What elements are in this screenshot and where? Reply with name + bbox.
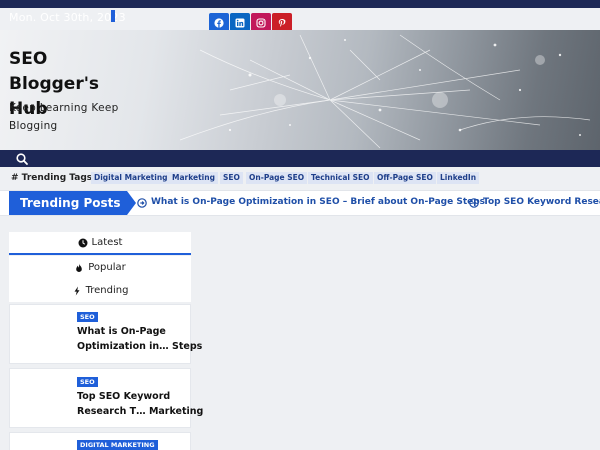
trending-post-link[interactable]: What is On-Page Optimization in SEO – Br… — [151, 197, 485, 207]
category-badge[interactable]: DIGITAL MARKETING — [77, 440, 158, 450]
current-date: Mon. Oct 30th, 2023 — [9, 11, 126, 24]
trending-posts-arrow — [127, 191, 136, 215]
circle-arrow-right-icon — [469, 198, 479, 208]
tab-popular[interactable]: Popular — [9, 256, 191, 279]
pinterest-icon — [278, 19, 286, 27]
trending-post-link[interactable]: Top SEO Keyword Resea — [483, 197, 600, 207]
tag-marketing[interactable]: Marketing — [169, 172, 218, 184]
category-badge[interactable]: SEO — [77, 377, 98, 387]
post-title-line: Top SEO Keyword — [77, 391, 171, 402]
tab-latest-label: Latest — [91, 237, 123, 248]
list-item[interactable]: DIGITAL MARKETING — [9, 432, 191, 450]
tab-latest[interactable]: Latest — [9, 232, 191, 255]
header-banner: SEO Blogger's Hub Keep Learning Keep Blo… — [0, 30, 600, 150]
tag-seo[interactable]: SEO — [220, 172, 243, 184]
tab-trending[interactable]: Trending — [9, 279, 191, 302]
post-title[interactable]: What is On-Page Optimization in… Steps — [77, 324, 203, 354]
circle-arrow-right-icon — [137, 198, 147, 208]
tag-on-page-seo[interactable]: On-Page SEO — [246, 172, 308, 184]
main-navigation — [0, 150, 600, 167]
date-accent — [111, 10, 115, 22]
fire-icon — [76, 263, 83, 272]
post-title[interactable]: Top SEO Keyword Research T… Marketing — [77, 389, 204, 419]
post-tabs-widget: Latest Popular Trending SEO What is On-P… — [9, 232, 204, 450]
post-title-line: Optimization in… Steps — [77, 341, 203, 352]
post-title-line: Research T… Marketing — [77, 406, 204, 417]
bolt-icon — [74, 286, 80, 295]
date-bar: Mon. Oct 30th, 2023 — [0, 8, 600, 33]
instagram-icon — [256, 18, 266, 28]
trending-tags-title: # Trending Tags — [11, 173, 93, 183]
tab-trending-label: Trending — [85, 285, 129, 296]
trending-posts-label: Trending Posts — [9, 191, 127, 215]
list-item[interactable]: SEO What is On-Page Optimization in… Ste… — [9, 304, 203, 364]
facebook-icon — [214, 18, 224, 28]
tab-popular-label: Popular — [88, 262, 126, 273]
tag-digital-marketing[interactable]: Digital Marketing — [91, 172, 171, 184]
category-badge[interactable]: SEO — [77, 312, 98, 322]
tag-technical-seo[interactable]: Technical SEO — [308, 172, 373, 184]
search-icon[interactable] — [15, 152, 29, 166]
top-strip — [0, 0, 600, 8]
trending-posts-ticker: Trending Posts What is On-Page Optimizat… — [0, 190, 600, 216]
trending-tags: # Trending Tags Digital Marketing Market… — [0, 170, 600, 188]
list-item[interactable]: SEO Top SEO Keyword Research T… Marketin… — [9, 368, 204, 428]
post-title-line: What is On-Page — [77, 326, 166, 337]
clock-icon — [78, 238, 88, 247]
site-tagline: Keep Learning Keep Blogging — [9, 102, 119, 132]
linkedin-icon — [235, 18, 245, 28]
tag-off-page-seo[interactable]: Off-Page SEO — [374, 172, 436, 184]
tag-linkedin[interactable]: LinkedIn — [437, 172, 480, 184]
